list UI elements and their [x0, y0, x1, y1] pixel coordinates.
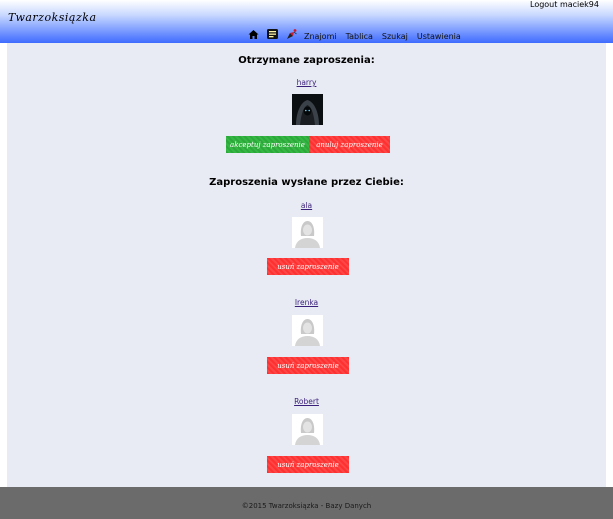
- remove-invitation-button-robert[interactable]: usuń zaproszenie: [267, 456, 349, 473]
- footer-copyright: ©2015 Twarzoksiązka - Bazy Danych: [241, 502, 372, 510]
- nav-szukaj[interactable]: Szukaj: [382, 32, 408, 41]
- sent-user-ala[interactable]: ala: [7, 201, 606, 210]
- sent-user-irenka[interactable]: Irenka: [7, 298, 606, 307]
- received-invitations-title: Otrzymane zaproszenia:: [238, 55, 375, 66]
- sent-user-robert[interactable]: Robert: [7, 397, 606, 406]
- avatar-robert-placeholder[interactable]: [292, 414, 323, 445]
- invitations-panel: Otrzymane zaproszenia: harry akceptuj za…: [7, 43, 606, 487]
- notifications-icon[interactable]: [285, 28, 298, 41]
- messages-icon[interactable]: [266, 28, 279, 41]
- nav-ustawienia[interactable]: Ustawienia: [417, 32, 461, 41]
- remove-invitation-button-irenka[interactable]: usuń zaproszenie: [267, 357, 349, 374]
- remove-invitation-button-ala[interactable]: usuń zaproszenie: [267, 258, 349, 275]
- logout-area: Logout maciek94: [530, 0, 599, 9]
- home-icon[interactable]: [247, 28, 260, 41]
- received-user-harry[interactable]: harry: [7, 78, 606, 87]
- accept-invitation-button[interactable]: akceptuj zaproszenie: [226, 136, 309, 153]
- decline-invitation-button[interactable]: anuluj zaproszenie: [309, 136, 390, 153]
- site-logo[interactable]: Twarzoksiązka: [8, 11, 97, 24]
- nav-znajomi[interactable]: Znajomi: [304, 32, 337, 41]
- main-nav: Znajomi Tablica Szukaj Ustawienia: [247, 26, 470, 42]
- username-label: maciek94: [559, 0, 599, 9]
- avatar-harry[interactable]: [292, 94, 323, 125]
- avatar-irenka-placeholder[interactable]: [292, 315, 323, 346]
- top-bar: Twarzoksiązka Logout maciek94 Znajomi Ta…: [0, 0, 613, 43]
- avatar-ala-placeholder[interactable]: [292, 217, 323, 248]
- logout-link[interactable]: Logout: [530, 0, 557, 9]
- nav-tablica[interactable]: Tablica: [346, 32, 373, 41]
- sent-invitations-title: Zaproszenia wysłane przez Ciebie:: [209, 177, 404, 188]
- footer: ©2015 Twarzoksiązka - Bazy Danych: [0, 487, 613, 519]
